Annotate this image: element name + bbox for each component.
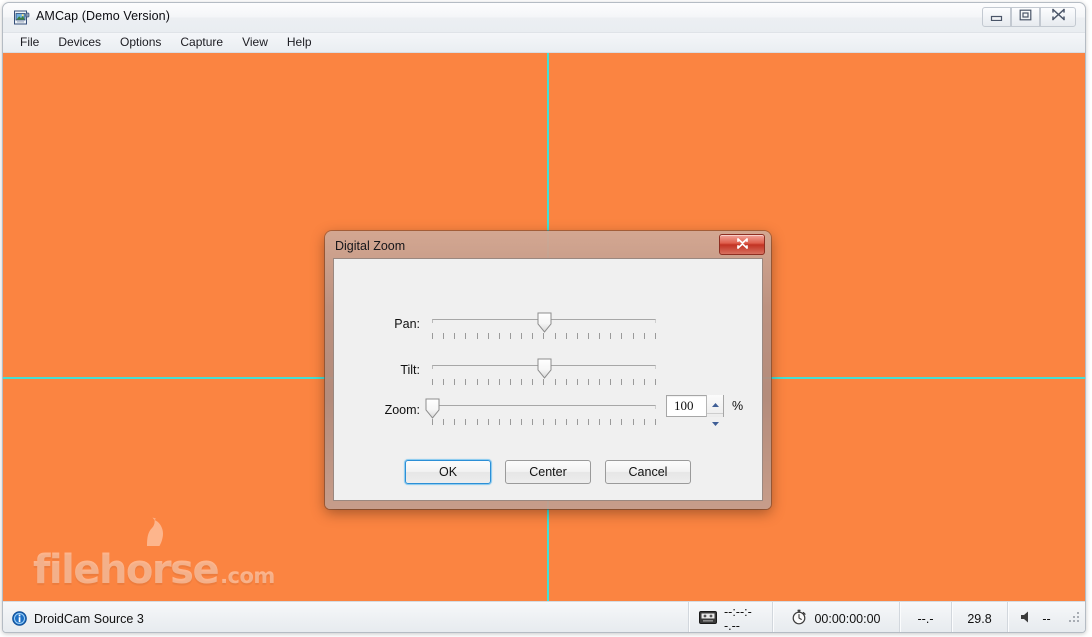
zoom-stepper[interactable] [706, 395, 723, 426]
zoom-slider[interactable] [425, 397, 656, 431]
status-elapsed-cell: 00:00:00:00 [772, 602, 899, 632]
zoom-label: Zoom: [384, 403, 420, 417]
status-tape-cell: --:--:--.-- [688, 602, 772, 633]
camera-capture-icon [13, 9, 30, 26]
zoom-value-text[interactable]: 100 [667, 398, 706, 414]
amcap-main-window: AMCap (Demo Version) File Devices Option… [2, 2, 1086, 633]
tilt-slider-thumb[interactable] [537, 358, 552, 379]
video-preview-area[interactable]: filehorse .com Digital Zoom Pan: Tilt: Z… [3, 53, 1085, 601]
status-device-label: DroidCam Source 3 [34, 611, 144, 626]
resize-grip-icon [1068, 611, 1080, 626]
dialog-title: Digital Zoom [335, 239, 406, 253]
status-fps-value: 29.8 [967, 611, 992, 626]
status-tape-time: --:--:--.-- [724, 604, 752, 633]
zoom-slider-track[interactable] [432, 405, 656, 409]
center-button[interactable]: Center [505, 460, 591, 484]
info-icon [12, 611, 27, 626]
digital-zoom-dialog: Digital Zoom Pan: Tilt: Zoom: 100 % OK C… [325, 231, 771, 509]
menu-item-view[interactable]: View [233, 34, 277, 51]
pan-control-row: Pan: [334, 311, 762, 351]
stepper-up-button[interactable] [707, 395, 723, 414]
status-volume-value: -- [1042, 611, 1051, 626]
chevron-down-icon [711, 414, 720, 432]
horse-head-icon [141, 511, 167, 546]
status-elapsed-time: 00:00:00:00 [814, 611, 881, 626]
menu-item-file[interactable]: File [11, 34, 48, 51]
minimize-icon [990, 8, 1003, 26]
statusbar: DroidCam Source 3 --:--:--.-- 00:00:00:0… [3, 601, 1085, 633]
pan-slider-thumb[interactable] [537, 312, 552, 333]
stepper-down-button[interactable] [707, 414, 723, 432]
status-fps-cell: 29.8 [951, 602, 1007, 632]
status-rate-cell: --.- [899, 602, 951, 632]
status-rate-value: --.- [917, 611, 934, 626]
stopwatch-icon [791, 609, 807, 628]
zoom-slider-thumb[interactable] [425, 398, 440, 419]
resize-grip[interactable] [1063, 602, 1085, 632]
zoom-value-group: 100 % [666, 395, 744, 426]
chevron-up-icon [711, 395, 720, 413]
tilt-slider-ticks [432, 379, 656, 386]
ok-button[interactable]: OK [405, 460, 491, 484]
dialog-close-button[interactable] [719, 234, 765, 255]
tilt-control-row: Tilt: [334, 357, 762, 397]
pan-slider[interactable] [432, 311, 656, 345]
dialog-button-row: OK Center Cancel [334, 460, 762, 484]
menubar: File Devices Options Capture View Help [3, 33, 1085, 53]
minimize-button[interactable] [982, 7, 1011, 27]
menu-item-help[interactable]: Help [278, 34, 321, 51]
maximize-icon [1019, 8, 1032, 26]
zoom-control-row: Zoom: 100 % [334, 395, 762, 437]
status-device-cell: DroidCam Source 3 [3, 602, 688, 632]
watermark-suffix: .com [220, 564, 275, 588]
menu-item-capture[interactable]: Capture [171, 34, 232, 51]
tape-icon [699, 610, 717, 627]
speaker-icon [1020, 610, 1035, 627]
tilt-label: Tilt: [400, 363, 420, 377]
dialog-body: Pan: Tilt: Zoom: 100 % OK Center Cancel [333, 258, 763, 501]
cancel-button[interactable]: Cancel [605, 460, 691, 484]
status-volume-cell: -- [1007, 602, 1063, 632]
menu-item-devices[interactable]: Devices [49, 34, 110, 51]
close-icon [736, 236, 749, 254]
filehorse-watermark: filehorse .com [33, 517, 275, 593]
zoom-value-field[interactable]: 100 [666, 395, 724, 426]
close-button[interactable] [1040, 7, 1076, 27]
pan-slider-ticks [432, 333, 656, 340]
window-titlebar: AMCap (Demo Version) [3, 3, 1085, 33]
menu-item-options[interactable]: Options [111, 34, 170, 51]
window-title: AMCap (Demo Version) [36, 9, 170, 23]
pan-label: Pan: [394, 317, 420, 331]
percent-label: % [732, 399, 744, 413]
tilt-slider[interactable] [432, 357, 656, 391]
watermark-text: filehorse [33, 547, 220, 593]
close-icon [1051, 8, 1066, 26]
maximize-button[interactable] [1011, 7, 1040, 27]
zoom-slider-ticks [432, 419, 656, 426]
